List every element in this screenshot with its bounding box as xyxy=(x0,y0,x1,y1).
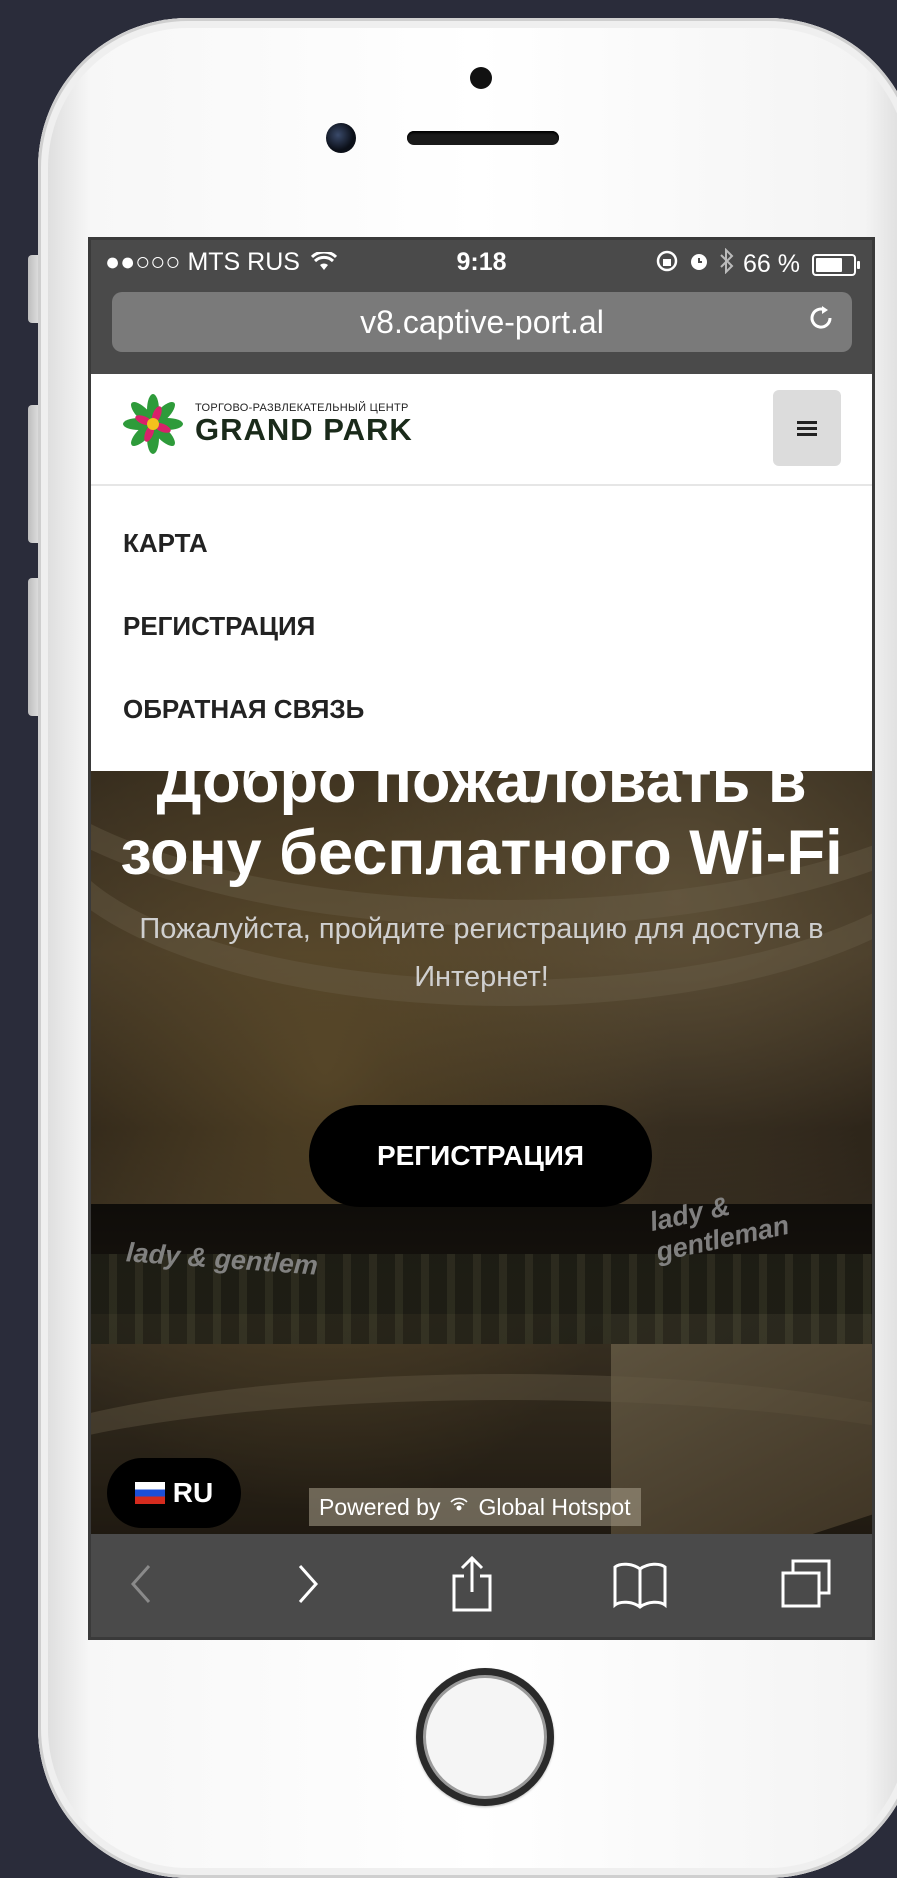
browser-address-area: v8.captive-port.al xyxy=(91,284,872,374)
battery-icon xyxy=(812,253,860,276)
home-button[interactable] xyxy=(416,1668,554,1806)
menu-item-map[interactable]: КАРТА xyxy=(123,528,208,559)
front-camera xyxy=(326,123,356,153)
flower-logo-icon xyxy=(123,394,183,454)
grand-park-logo[interactable]: ТОРГОВО-РАЗВЛЕКАТЕЛЬНЫЙ ЦЕНТР GRAND PARK xyxy=(121,392,413,456)
forward-icon[interactable] xyxy=(272,1552,342,1616)
nav-menu: КАРТА РЕГИСТРАЦИЯ ОБРАТНАЯ СВЯЗЬ xyxy=(91,486,872,771)
register-button[interactable]: РЕГИСТРАЦИЯ xyxy=(309,1105,652,1207)
reload-icon[interactable] xyxy=(806,302,836,342)
logo-text: ТОРГОВО-РАЗВЛЕКАТЕЛЬНЫЙ ЦЕНТР GRAND PARK xyxy=(195,402,413,446)
language-switcher[interactable]: RU xyxy=(107,1458,241,1528)
powered-by-badge[interactable]: Powered by Global Hotspot xyxy=(309,1488,641,1526)
phone-screen: ●●○○○ MTS RUS 9:18 66 % v8.captive-port.… xyxy=(91,240,872,1637)
hero-subtitle-line-2: Интернет! xyxy=(414,961,549,993)
bookmarks-icon[interactable] xyxy=(605,1552,675,1616)
menu-toggle-button[interactable] xyxy=(773,390,841,466)
browser-toolbar xyxy=(91,1534,872,1637)
status-bar: ●●○○○ MTS RUS 9:18 66 % xyxy=(91,240,872,284)
url-text: v8.captive-port.al xyxy=(360,304,604,340)
language-code: RU xyxy=(172,1477,214,1508)
hotspot-icon xyxy=(448,1488,470,1526)
logo-name: GRAND PARK xyxy=(195,412,413,447)
share-icon[interactable] xyxy=(437,1552,507,1616)
bluetooth-icon xyxy=(719,247,735,281)
hero-subtitle-line-1: Пожалуйста, пройдите регистрацию для дос… xyxy=(139,913,824,945)
earpiece-speaker xyxy=(407,131,559,145)
powered-brand: Global Hotspot xyxy=(478,1494,631,1520)
alarm-icon xyxy=(687,249,711,280)
hamburger-icon xyxy=(797,418,817,439)
back-icon[interactable] xyxy=(107,1552,177,1616)
url-bar[interactable]: v8.captive-port.al xyxy=(112,292,852,352)
proximity-sensor xyxy=(470,67,492,89)
menu-item-feedback[interactable]: ОБРАТНАЯ СВЯЗЬ xyxy=(123,694,364,725)
menu-item-registration[interactable]: РЕГИСТРАЦИЯ xyxy=(123,611,315,642)
tabs-icon[interactable] xyxy=(771,1552,841,1616)
powered-by-label: Powered by xyxy=(319,1494,441,1520)
battery-percent: 66 % xyxy=(743,250,800,278)
status-icons: 66 % xyxy=(655,247,860,281)
hero-title-line-2: зону бесплатного Wi-Fi xyxy=(120,818,843,888)
rotation-lock-icon xyxy=(655,249,679,280)
hero-subtitle: Пожалуйста, пройдите регистрацию для дос… xyxy=(91,905,872,1001)
site-navbar: ТОРГОВО-РАЗВЛЕКАТЕЛЬНЫЙ ЦЕНТР GRAND PARK xyxy=(91,374,872,486)
russia-flag-icon xyxy=(134,1482,165,1504)
